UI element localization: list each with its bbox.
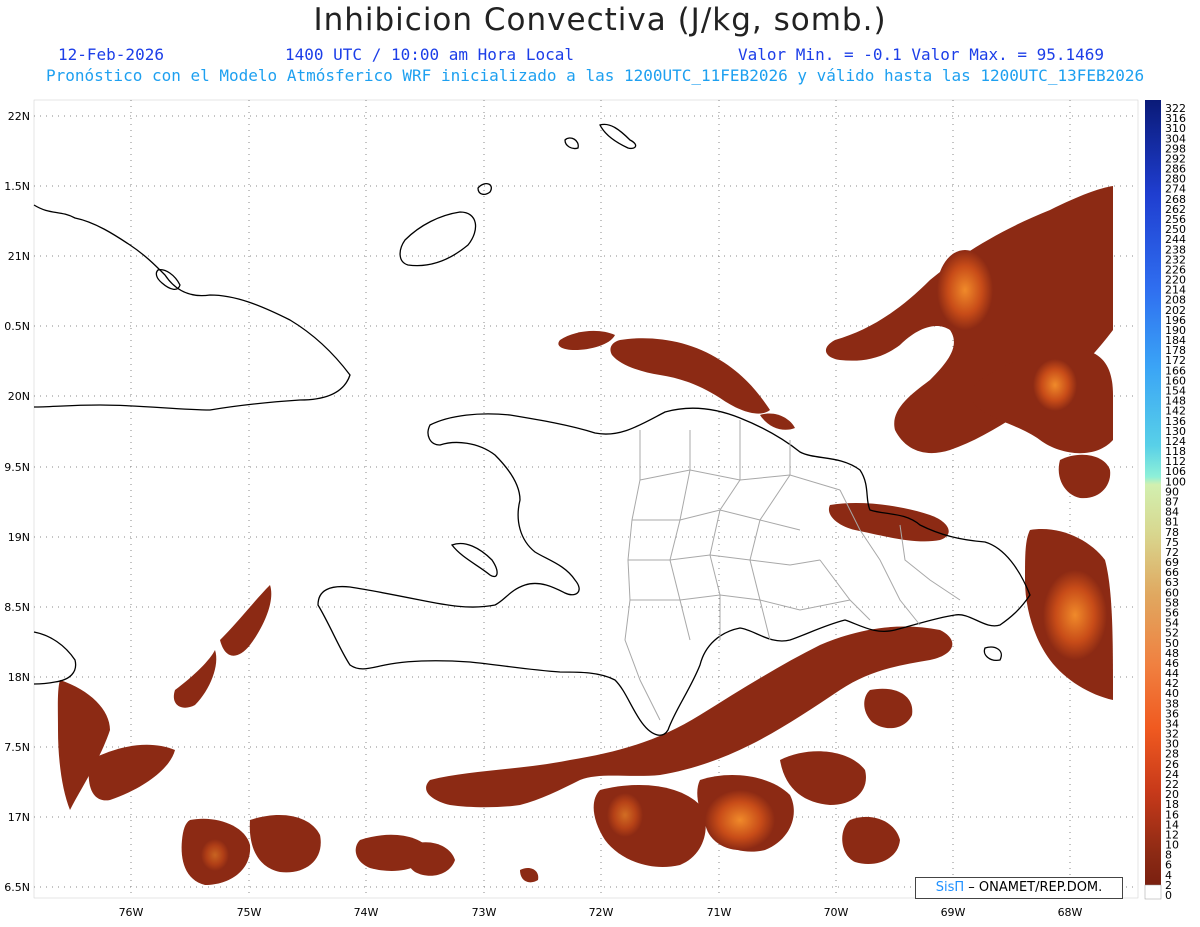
lat-label: 17N [8,811,30,824]
credit-box: SisΠ – ONAMET/REP.DOM. [915,877,1123,899]
forecast-date: 12-Feb-2026 [58,45,164,64]
lat-label: 7.5N [4,741,30,754]
lat-label: 20N [8,390,30,403]
model-info: Pronóstico con el Modelo Atmósferico WRF… [46,66,1145,85]
lat-label: 1.5N [4,180,30,193]
lon-label: 69W [941,906,966,919]
min-max-values: Valor Min. = -0.1 Valor Max. = 95.1469 [738,45,1105,64]
lat-label: 21N [8,250,30,263]
lat-label: 18N [8,671,30,684]
latitude-labels: 22N 1.5N 21N 0.5N 20N 9.5N 19N 8.5N 18N … [4,110,30,894]
map-title: Inhibicion Convectiva (J/kg, somb.) [313,2,887,38]
map-frame [33,99,1139,899]
credit-brand: SisΠ [935,880,965,895]
lon-label: 73W [472,906,497,919]
lon-label: 68W [1058,906,1083,919]
longitude-labels: 76W 75W 74W 73W 72W 71W 70W 69W 68W [119,906,1083,919]
lat-label: 6.5N [4,881,30,894]
colorbar-labels: 3223163103042982922862802742682622562502… [1165,102,1186,902]
lat-label: 9.5N [4,461,30,474]
forecast-time: 1400 UTC / 10:00 am Hora Local [285,45,574,64]
lon-label: 76W [119,906,144,919]
lat-label: 0.5N [4,320,30,333]
lat-label: 22N [8,110,30,123]
lon-label: 74W [354,906,379,919]
weather-map: 22N 1.5N 21N 0.5N 20N 9.5N 19N 8.5N 18N … [4,99,1186,919]
colorbar-tick-label: 0 [1165,889,1172,902]
lon-label: 71W [707,906,732,919]
lon-label: 75W [237,906,262,919]
colorbar [1145,100,1161,885]
lat-label: 8.5N [4,601,30,614]
colorbar-zero-cell [1144,884,1162,900]
lon-label: 70W [824,906,849,919]
lat-label: 19N [8,531,30,544]
credit-org: – ONAMET/REP.DOM. [968,880,1103,895]
lon-label: 72W [589,906,614,919]
